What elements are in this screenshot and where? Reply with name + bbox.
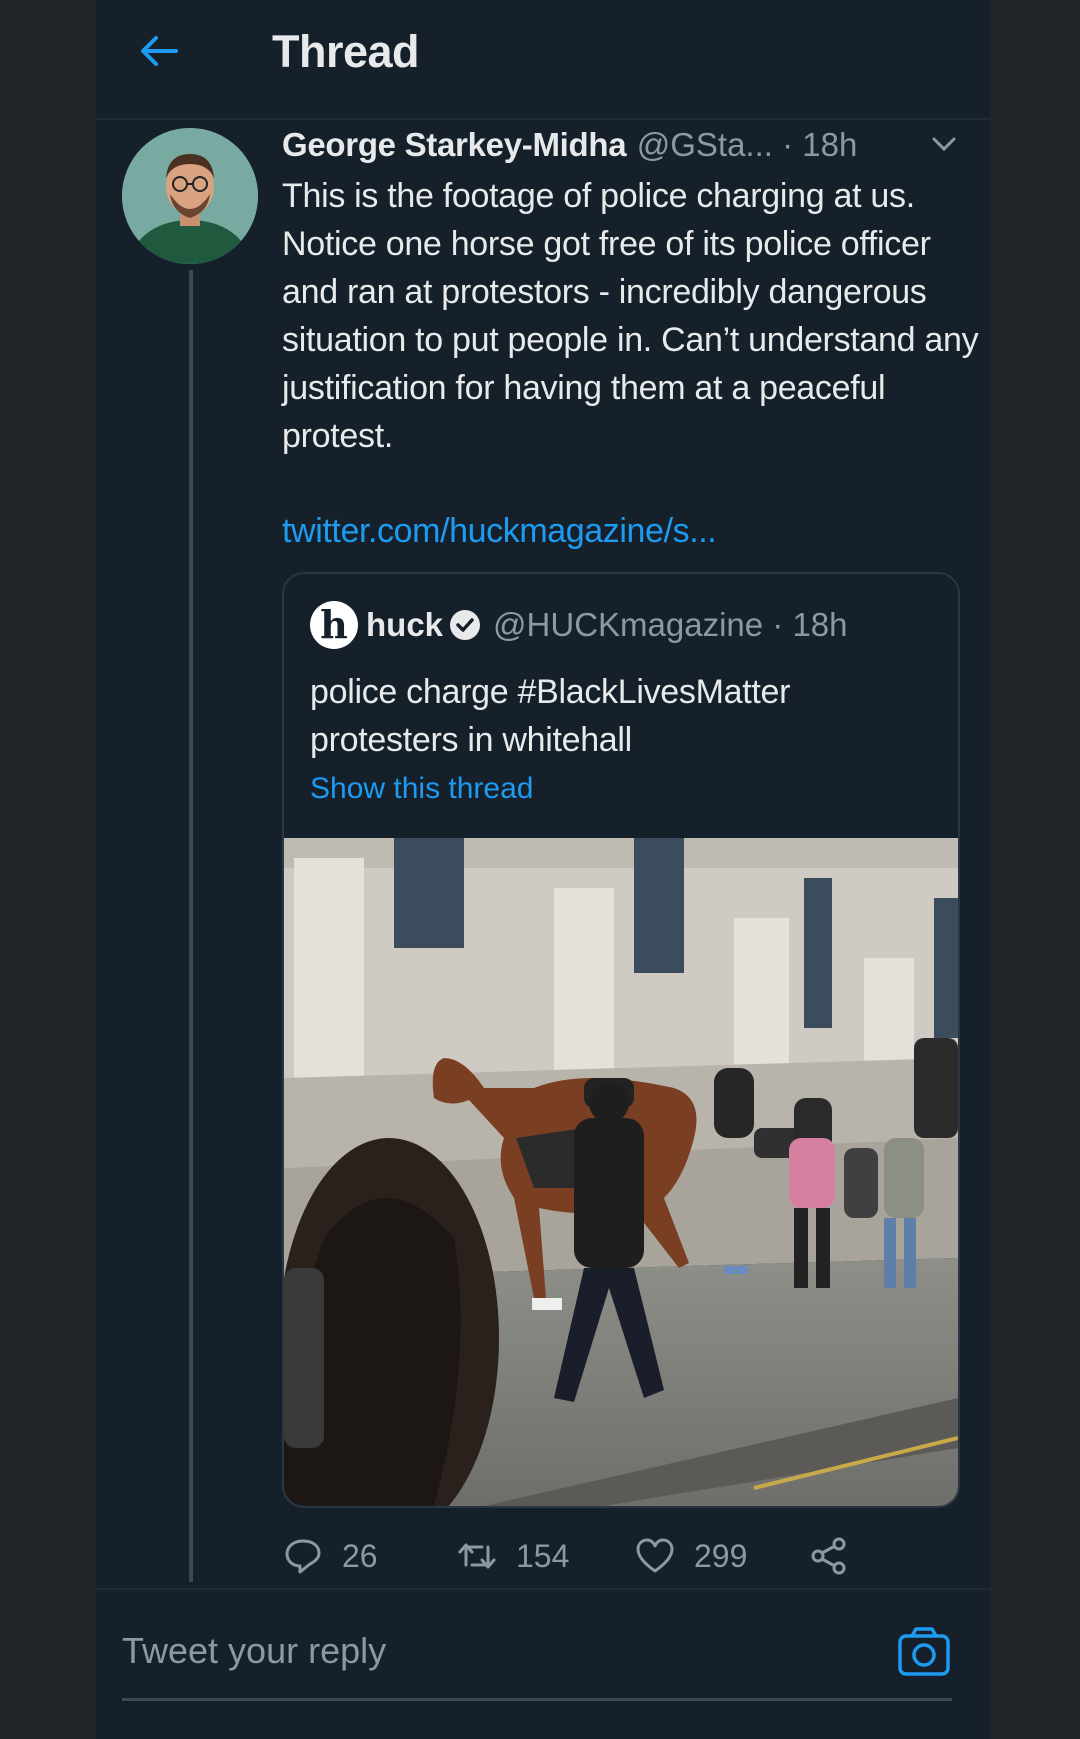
huck-logo: h — [310, 601, 358, 649]
like-button[interactable]: 299 — [634, 1532, 747, 1580]
author-handle-time: @GSta... · 18h — [636, 126, 858, 163]
reply-composer — [96, 1588, 990, 1739]
reply-count: 26 — [342, 1537, 378, 1574]
reply-input[interactable] — [122, 1626, 782, 1676]
verified-badge-icon — [450, 610, 481, 640]
retweet-count: 154 — [516, 1537, 570, 1574]
arrow-left-icon — [141, 36, 178, 66]
like-count: 299 — [694, 1537, 748, 1574]
author-name[interactable]: George Starkey-Midha — [282, 126, 627, 163]
reply-input-underline — [122, 1698, 952, 1701]
thread-screen: Thread George Starkey-Midha @GSta... · 1… — [96, 0, 990, 1739]
quoted-tweet-header: h huck @HUCKmagazine · 18h — [310, 601, 848, 649]
tweet-link[interactable]: twitter.com/huckmagazine/s... — [282, 512, 717, 551]
thread-connector-line — [189, 270, 193, 1582]
chevron-down-icon[interactable] — [930, 134, 958, 154]
top-bar: Thread — [96, 0, 990, 120]
camera-icon[interactable] — [896, 1626, 952, 1678]
quoted-video-thumbnail[interactable] — [284, 838, 958, 1506]
quoted-handle-time: @HUCKmagazine · 18h — [493, 606, 848, 643]
profile-photo — [122, 128, 258, 264]
share-button[interactable] — [808, 1532, 850, 1580]
share-icon — [811, 1537, 846, 1575]
quoted-tweet-card[interactable]: h huck @HUCKmagazine · 18h police charge… — [282, 572, 960, 1508]
reply-icon — [285, 1539, 321, 1574]
show-thread-link[interactable]: Show this thread — [310, 772, 533, 806]
back-button[interactable] — [136, 28, 182, 74]
avatar[interactable] — [122, 128, 258, 264]
quoted-tweet-text: police charge #BlackLivesMatter proteste… — [310, 673, 791, 759]
tweet-header: George Starkey-Midha @GSta... · 18h — [282, 126, 972, 170]
heart-icon — [636, 1538, 674, 1573]
retweet-button[interactable]: 154 — [456, 1532, 569, 1580]
retweet-icon — [458, 1543, 496, 1569]
reply-button[interactable]: 26 — [282, 1532, 378, 1580]
tweet-text: This is the footage of police charging a… — [282, 177, 979, 455]
page-title: Thread — [272, 26, 420, 77]
tweet-actions: 26 154 299 — [282, 1532, 942, 1580]
protest-scene-image — [284, 838, 958, 1506]
quoted-author-name: huck — [366, 606, 444, 643]
